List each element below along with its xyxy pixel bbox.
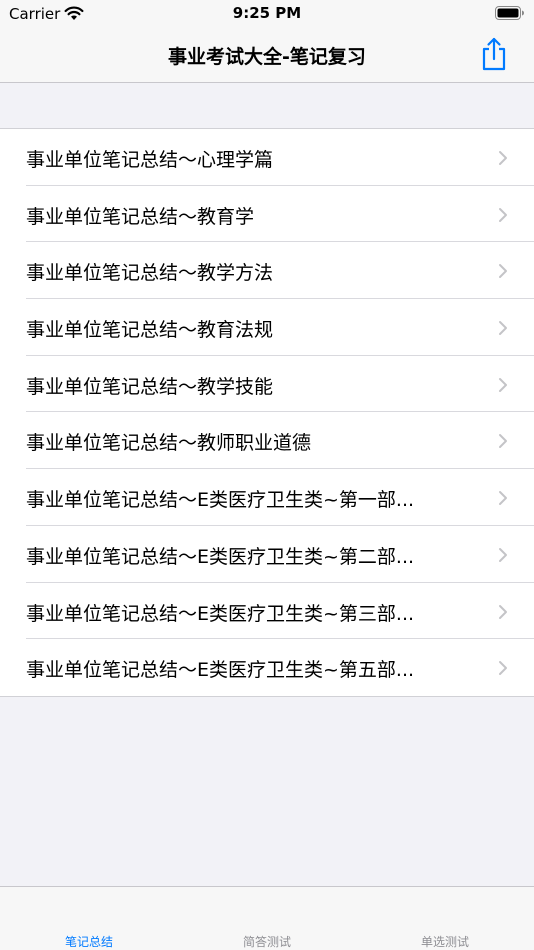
tab-bar: 笔记总结 简答测试 单选测试: [0, 886, 534, 950]
list-item[interactable]: 事业单位笔记总结～教育学: [0, 186, 534, 243]
list-item-label: 事业单位笔记总结～教学技能: [26, 375, 274, 398]
chevron-right-icon: [499, 434, 507, 449]
list-item[interactable]: 事业单位笔记总结～教育法规: [0, 299, 534, 356]
list-item[interactable]: 事业单位笔记总结～教学方法: [0, 242, 534, 300]
tab-label: 单选测试: [420, 935, 469, 949]
tab-label: 笔记总结: [64, 935, 113, 949]
chevron-right-icon: [499, 377, 507, 392]
chevron-right-icon: [499, 207, 507, 222]
list-item-label: 事业单位笔记总结～教育法规: [26, 319, 274, 342]
chevron-right-icon: [499, 491, 507, 506]
status-time: 9:25 PM: [232, 4, 302, 22]
chevron-right-icon: [499, 321, 507, 336]
chevron-right-icon: [499, 661, 507, 676]
tab-single-choice-test[interactable]: 单选测试: [356, 887, 534, 950]
notes-list: 事业单位笔记总结～心理学篇 事业单位笔记总结～教育学 事业单位笔记总结～教学方法…: [0, 128, 534, 697]
tab-label: 简答测试: [242, 935, 291, 949]
list-item-label: 事业单位笔记总结～教学方法: [26, 262, 274, 285]
list-item[interactable]: 事业单位笔记总结～E类医疗卫生类~第五部...: [0, 639, 534, 696]
list-item[interactable]: 事业单位笔记总结～E类医疗卫生类~第二部...: [0, 526, 534, 583]
battery-icon: [495, 6, 524, 20]
list-item[interactable]: 事业单位笔记总结～E类医疗卫生类~第三部...: [0, 583, 534, 640]
list-item[interactable]: 事业单位笔记总结～心理学篇: [0, 129, 534, 186]
list-item-label: 事业单位笔记总结～心理学篇: [26, 149, 274, 171]
list-item-label: 事业单位笔记总结～E类医疗卫生类~第五部...: [26, 659, 415, 682]
list-item-label: 事业单位笔记总结～E类医疗卫生类~第三部...: [26, 602, 415, 625]
list-item-label: 事业单位笔记总结～教育学: [26, 205, 255, 228]
chevron-right-icon: [499, 604, 507, 619]
list-item[interactable]: 事业单位笔记总结～教学技能: [0, 356, 534, 413]
chevron-right-icon: [499, 151, 507, 165]
list-item[interactable]: 事业单位笔记总结～E类医疗卫生类~第一部...: [0, 469, 534, 526]
chevron-right-icon: [499, 264, 507, 279]
list-item[interactable]: 事业单位笔记总结～教师职业道德: [0, 412, 534, 470]
chevron-right-icon: [499, 547, 507, 562]
page-title: 事业考试大全-笔记复习: [168, 46, 366, 68]
tab-short-answer-test[interactable]: 简答测试: [178, 887, 356, 950]
status-bar: Carrier 9:25 PM: [0, 0, 534, 28]
list-item-label: 事业单位笔记总结～E类医疗卫生类~第二部...: [26, 545, 415, 568]
share-icon[interactable]: [478, 36, 510, 72]
navigation-bar: 事业考试大全-笔记复习: [0, 28, 534, 83]
tab-notes-summary[interactable]: 笔记总结: [0, 887, 178, 950]
list-item-label: 事业单位笔记总结～教师职业道德: [26, 432, 312, 455]
list-item-label: 事业单位笔记总结～E类医疗卫生类~第一部...: [26, 489, 415, 512]
